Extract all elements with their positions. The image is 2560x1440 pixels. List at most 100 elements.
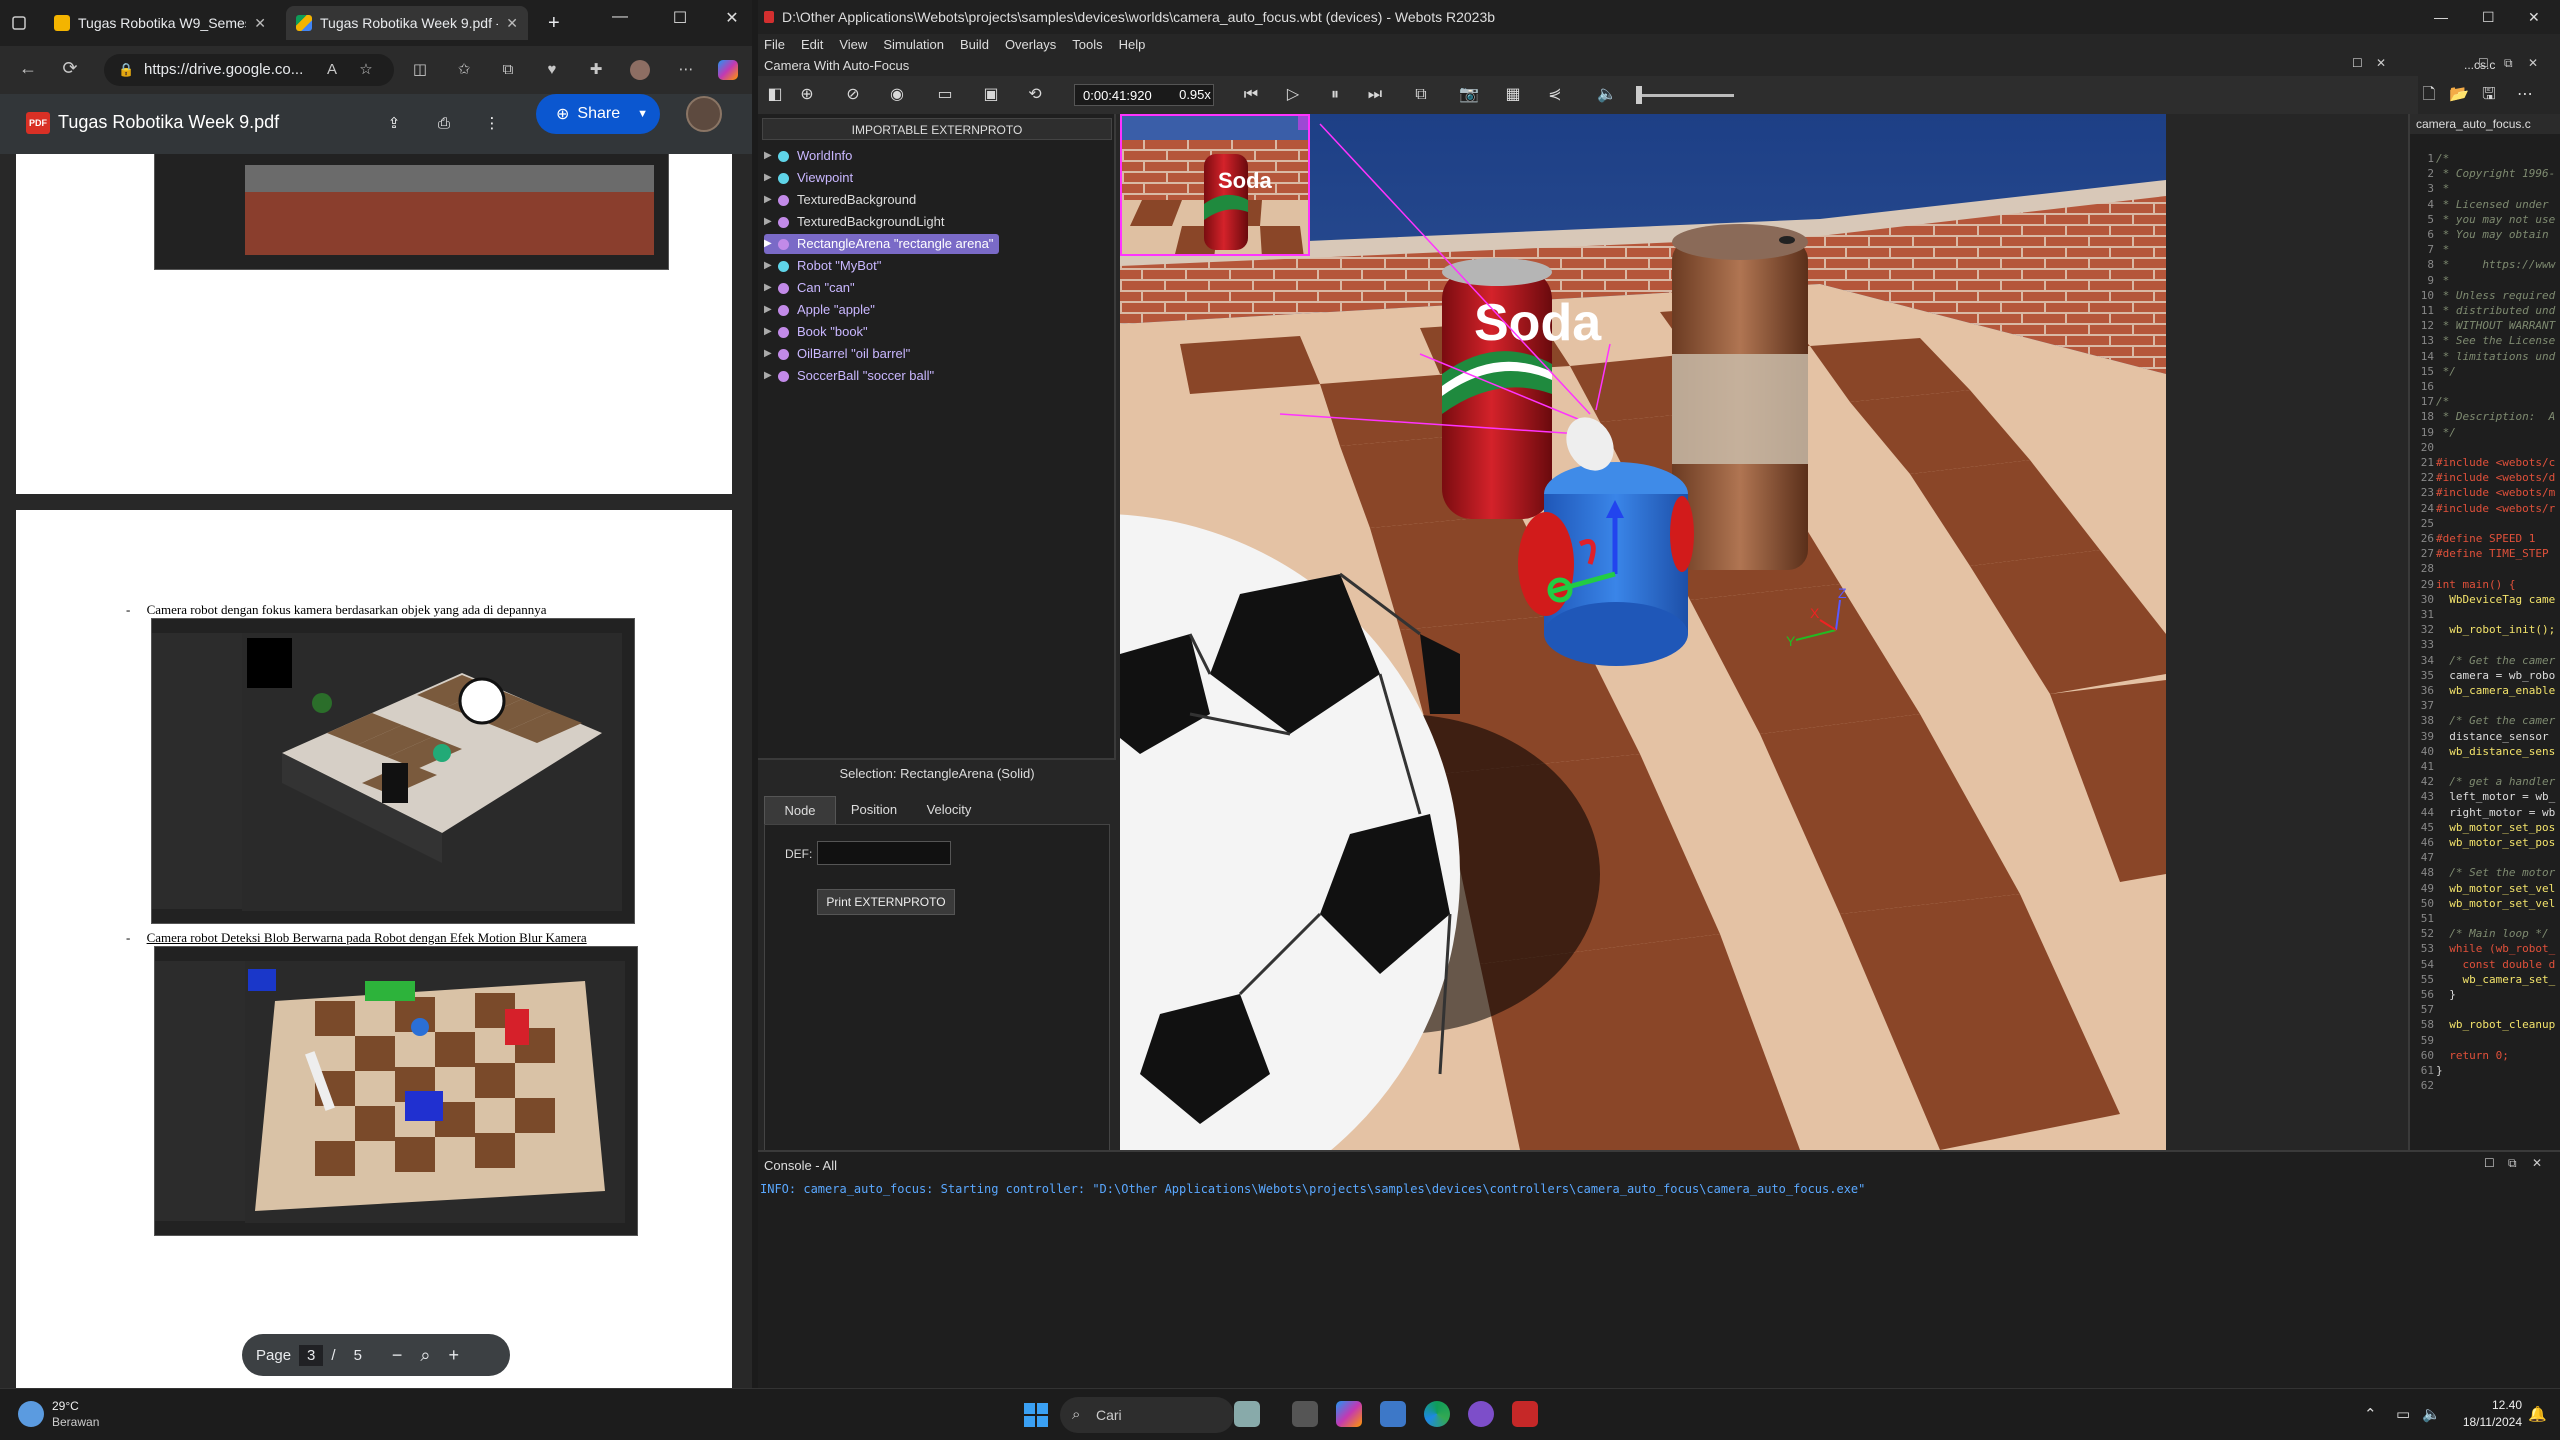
widget-icon[interactable] [1234,1401,1260,1427]
close-tab-icon[interactable]: ✕ [254,15,266,32]
code-line[interactable]: left_motor = wb_ [2436,790,2560,803]
favorite-icon[interactable]: ☆ [356,60,376,80]
share-button[interactable]: ⊕ Share ▼ [536,94,660,134]
tree-node-can[interactable]: ▶ Can "can" [764,278,861,298]
tree-node-apple[interactable]: ▶ Apple "apple" [764,300,881,320]
tree-node-worldinfo[interactable]: ▶ WorldInfo [764,146,858,166]
refresh-icon[interactable]: ⟳ [58,58,82,79]
code-line[interactable]: wb_robot_cleanup [2436,1018,2560,1031]
editor-tab[interactable]: camera_auto_focus.c [2410,114,2560,134]
tab-actions-icon[interactable] [12,6,26,40]
back-icon[interactable]: ← [16,58,40,79]
webots-app-icon[interactable] [1512,1401,1538,1427]
zoom-out-icon[interactable]: − [392,1345,403,1366]
close-window-icon[interactable]: ✕ [712,8,752,28]
camera-overlay[interactable]: Soda [1120,114,1310,256]
volume-knob[interactable] [1636,86,1642,104]
task-view-icon[interactable] [1292,1401,1318,1427]
code-line[interactable]: /* [2436,395,2560,408]
print-icon[interactable]: ⎙ [434,114,454,134]
tab-position[interactable]: Position [838,796,910,824]
copilot-app-icon[interactable] [1336,1401,1362,1427]
maximize-icon[interactable]: ☐ [660,8,700,28]
close-tab-icon[interactable]: ✕ [506,15,518,32]
tab-velocity[interactable]: Velocity [912,796,986,824]
code-line[interactable]: /* [2436,152,2560,165]
close-panel-icon[interactable]: ✕ [2376,56,2386,70]
code-line[interactable]: wb_camera_set_ [2436,973,2560,986]
code-line[interactable]: */ [2436,365,2560,378]
reload-world-icon[interactable]: ⊘ [842,84,864,106]
save-world-icon[interactable]: ▣ [980,84,1002,106]
code-line[interactable]: * [2436,182,2560,195]
code-line[interactable]: return 0; [2436,1049,2560,1062]
tab-node[interactable]: Node [764,796,836,824]
code-line[interactable]: wb_motor_set_vel [2436,882,2560,895]
code-line[interactable]: * distributed und [2436,304,2560,317]
def-input[interactable] [817,841,951,865]
read-aloud-icon[interactable]: A [322,60,342,80]
code-line[interactable]: wb_motor_set_pos [2436,836,2560,849]
3d-view[interactable]: Soda Z X Y Soda [1120,114,2166,1150]
editor-maximize-icon[interactable]: ☐ [2478,56,2489,70]
tree-node-soccer-ball[interactable]: ▶ SoccerBall "soccer ball" [764,366,940,386]
code-line[interactable]: } [2436,1064,2560,1077]
code-line[interactable]: #include <webots/r [2436,502,2560,515]
importable-externproto-button[interactable]: IMPORTABLE EXTERNPROTO [762,118,1112,140]
code-line[interactable]: * See the License [2436,334,2560,347]
code-line[interactable]: * limitations und [2436,350,2560,363]
new-tab-button[interactable]: + [538,6,568,40]
extensions-icon[interactable]: ✚ [586,60,606,80]
code-line[interactable]: * Description: A [2436,410,2560,423]
profile-icon[interactable] [630,60,650,80]
avatar[interactable] [686,96,722,132]
photos-app-icon[interactable] [1380,1401,1406,1427]
maximize-icon[interactable]: ☐ [2482,0,2495,34]
weather-widget[interactable]: 29°C Berawan [18,1397,138,1433]
console-close-icon[interactable]: ✕ [2532,1156,2542,1170]
menu-help[interactable]: Help [1113,34,1156,56]
close-window-icon[interactable]: ✕ [2528,0,2540,34]
performance-icon[interactable]: ♥ [542,60,562,80]
tab-assignment[interactable]: Tugas Robotika W9_Semester Ga ✕ [44,6,276,40]
share-icon[interactable]: ⋞ [1544,84,1566,106]
volume-slider[interactable] [1638,94,1734,97]
mute-icon[interactable]: 🔈 [1596,84,1618,106]
code-line[interactable]: #define TIME_STEP [2436,547,2560,560]
code-line[interactable]: int main() { [2436,578,2560,591]
code-line[interactable]: * https://www [2436,258,2560,271]
url-field[interactable]: 🔒 https://drive.google.co... [104,54,394,86]
save-all-icon[interactable]: ⋯ [2514,84,2536,106]
minimize-icon[interactable]: — [600,8,640,26]
menu-build[interactable]: Build [954,34,999,56]
code-line[interactable]: * [2436,243,2560,256]
more-options-icon[interactable]: ⋮ [482,114,502,134]
undock-icon[interactable]: ☐ [2352,56,2363,70]
code-line[interactable]: * You may obtain [2436,228,2560,241]
chevron-down-icon[interactable]: ▼ [637,108,648,120]
open-world-icon[interactable]: ▭ [934,84,956,106]
github-icon[interactable] [1468,1401,1494,1427]
code-line[interactable]: /* get a handler [2436,775,2560,788]
play-icon[interactable]: ▷ [1282,84,1304,106]
new-file-icon[interactable]: 🗋 [2418,84,2440,106]
code-line[interactable]: wb_motor_set_pos [2436,821,2560,834]
code-line[interactable]: wb_camera_enable [2436,684,2560,697]
taskbar-search[interactable]: ⌕ Cari [1060,1397,1234,1433]
add-node-icon[interactable]: ⊕ [796,84,818,106]
step-back-icon[interactable]: ⏮ [1240,84,1262,106]
favorites-bar-icon[interactable]: ✩ [454,60,474,80]
code-line[interactable]: wb_robot_init(); [2436,623,2560,636]
notifications-icon[interactable]: 🔔 [2528,1405,2547,1423]
menu-overlays[interactable]: Overlays [999,34,1066,56]
console-maximize-icon[interactable]: ☐ [2484,1156,2495,1170]
code-line[interactable]: * WITHOUT WARRANT [2436,319,2560,332]
zoom-icon[interactable]: ⌕ [420,1345,430,1366]
code-line[interactable]: /* Set the motor [2436,866,2560,879]
code-line[interactable]: camera = wb_robo [2436,669,2560,682]
add-shortcut-icon[interactable]: ⇪ [384,114,404,134]
tree-node-book[interactable]: ▶ Book "book" [764,322,874,342]
code-line[interactable]: } [2436,988,2560,1001]
tree-node-oil-barrel[interactable]: ▶ OilBarrel "oil barrel" [764,344,916,364]
edge-browser-icon[interactable] [1424,1401,1450,1427]
